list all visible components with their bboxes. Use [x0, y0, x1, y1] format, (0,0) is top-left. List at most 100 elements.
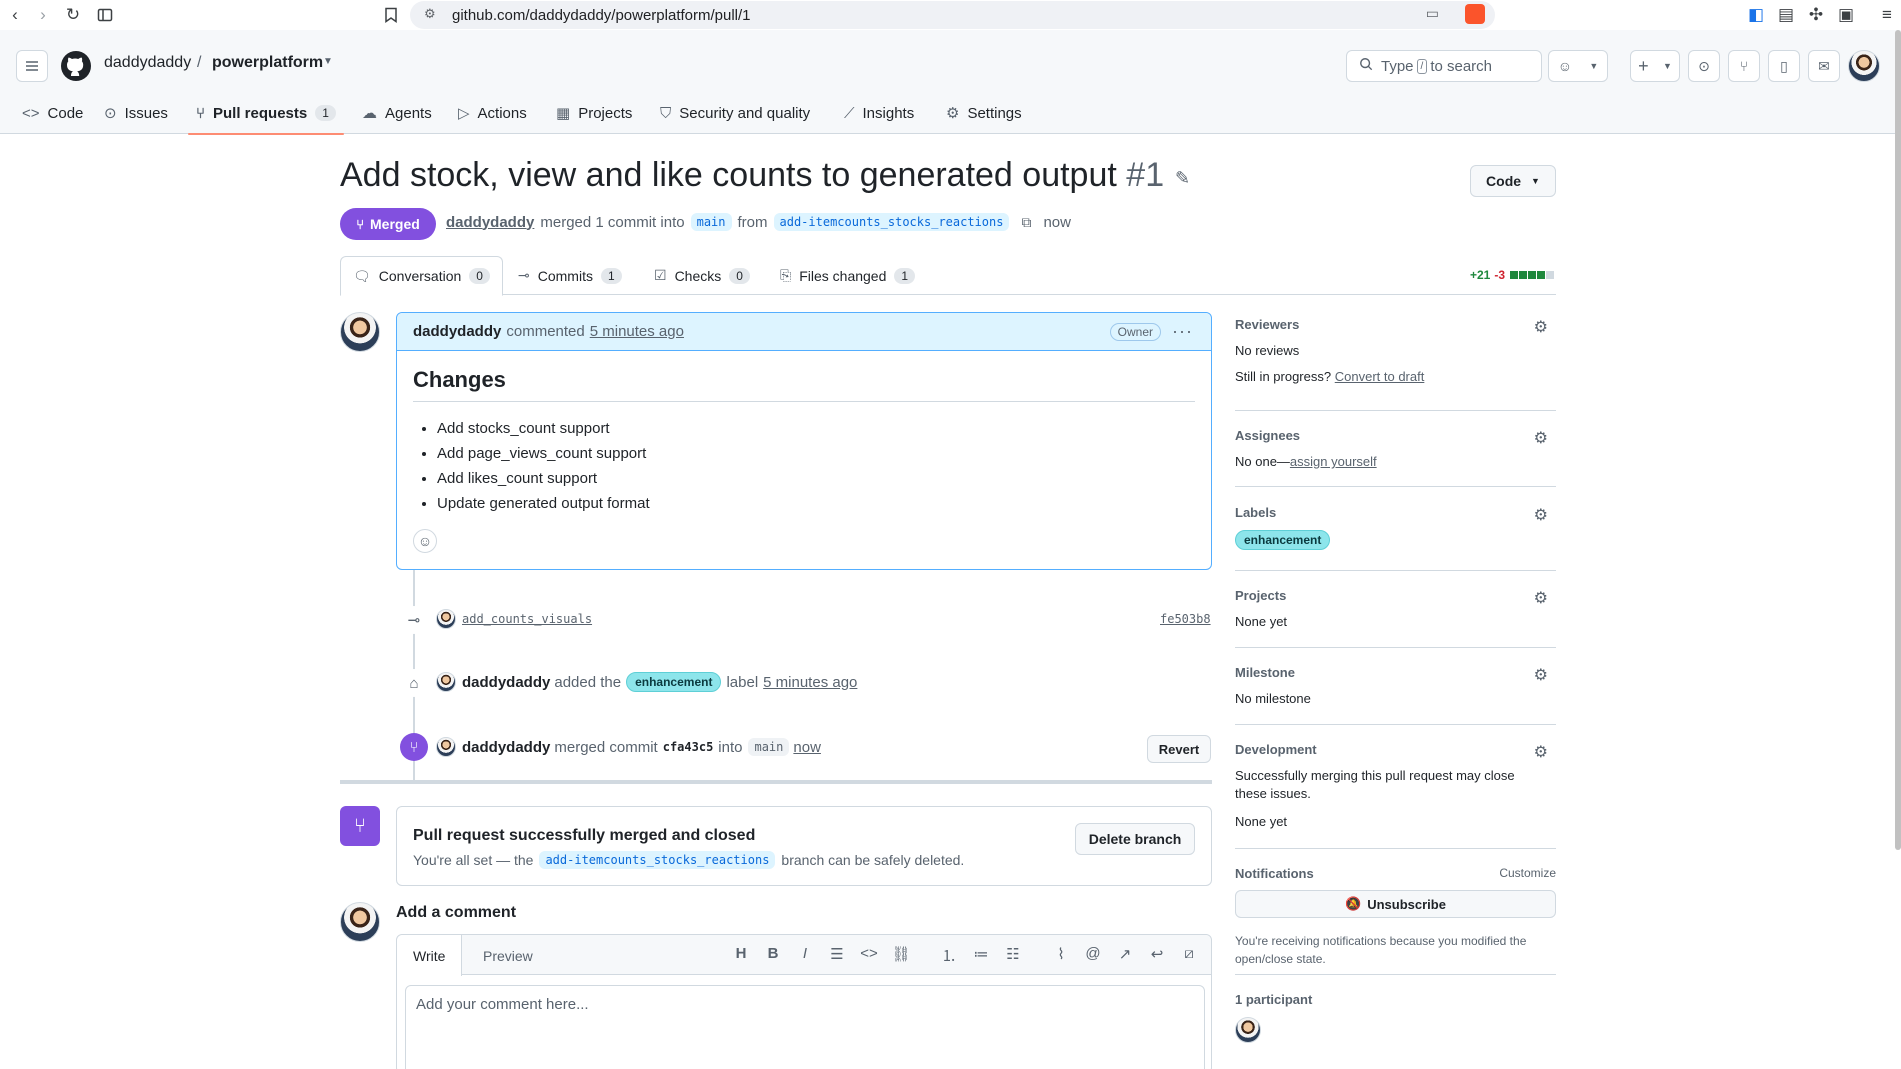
pr-author-link[interactable]: daddydaddy: [446, 214, 534, 231]
merge-icon: ⑂: [400, 733, 428, 761]
preview-tab[interactable]: Preview: [467, 935, 549, 976]
bookmark-icon[interactable]: [380, 4, 402, 26]
projects-title: Projects: [1235, 588, 1287, 603]
back-icon[interactable]: ‹: [4, 4, 26, 26]
avatar[interactable]: [436, 737, 456, 757]
copilot-button[interactable]: ☺ ▼: [1548, 50, 1608, 82]
reference-icon[interactable]: ↗: [1115, 945, 1135, 963]
italic-icon[interactable]: I: [795, 945, 815, 962]
gear-icon[interactable]: ⚙: [1534, 317, 1548, 337]
merge-time-link[interactable]: now: [793, 739, 821, 756]
extension-icon[interactable]: ◧: [1745, 4, 1767, 26]
slash-command-icon[interactable]: ⧄: [1179, 945, 1199, 962]
current-user-avatar[interactable]: [340, 902, 380, 942]
write-tab[interactable]: Write: [397, 935, 463, 976]
code-icon[interactable]: <>: [859, 945, 879, 962]
repo-nav-code[interactable]: <> Code: [22, 92, 83, 134]
merged-branch[interactable]: add-itemcounts_stocks_reactions: [539, 851, 776, 869]
commit-message-link[interactable]: add_counts_visuals: [462, 612, 592, 626]
wallet-icon[interactable]: ▤: [1775, 4, 1797, 26]
copy-icon[interactable]: ⧉: [1021, 214, 1031, 231]
code-dropdown-button[interactable]: Code ▼: [1470, 165, 1556, 197]
head-branch[interactable]: add-itemcounts_stocks_reactions: [773, 213, 1010, 231]
address-bar[interactable]: ⚙ github.com/daddydaddy/powerplatform/pu…: [410, 1, 1495, 29]
merge-actor-link[interactable]: daddydaddy: [462, 739, 550, 756]
repo-nav-pull-requests[interactable]: ⑂ Pull requests 1: [188, 92, 344, 135]
avatar[interactable]: [436, 672, 456, 692]
puzzle-icon[interactable]: ✣: [1805, 4, 1827, 26]
tab-checks[interactable]: ☑ Checks 0: [642, 256, 762, 295]
repo-nav-agents[interactable]: ☁ Agents: [362, 92, 432, 134]
participant-avatar[interactable]: [1235, 1017, 1261, 1043]
site-settings-icon[interactable]: ⚙: [424, 6, 436, 22]
cast-icon[interactable]: ▭: [1426, 5, 1439, 22]
tabs-icon[interactable]: ▣: [1835, 4, 1857, 26]
reply-icon[interactable]: ↩: [1147, 945, 1167, 963]
base-branch[interactable]: main: [690, 213, 732, 231]
issues-icon[interactable]: ⊙: [1688, 50, 1720, 82]
convert-to-draft-link[interactable]: Convert to draft: [1335, 369, 1425, 384]
search-input[interactable]: Type / to search: [1346, 50, 1542, 82]
sidebar-toggle-icon[interactable]: [94, 4, 116, 26]
quote-icon[interactable]: ☰: [827, 945, 847, 963]
link-icon[interactable]: ⛓: [891, 945, 911, 963]
merge-sha-link[interactable]: cfa43c5: [663, 740, 714, 754]
brave-shield-icon[interactable]: [1465, 4, 1485, 24]
pull-requests-icon[interactable]: ⑂: [1728, 50, 1760, 82]
repo-nav-security[interactable]: ⛉ Security and quality: [660, 92, 810, 134]
unsubscribe-button[interactable]: 🔕 Unsubscribe: [1235, 890, 1556, 918]
user-avatar[interactable]: [1848, 50, 1880, 82]
comment-textarea[interactable]: Add your comment here...: [405, 985, 1205, 1069]
attach-icon[interactable]: ⌇: [1051, 945, 1071, 963]
gear-icon[interactable]: ⚙: [1534, 588, 1548, 608]
gear-icon[interactable]: ⚙: [1534, 505, 1548, 525]
label-actor-link[interactable]: daddydaddy: [462, 674, 550, 691]
comment-time-link[interactable]: 5 minutes ago: [590, 323, 684, 340]
edit-title-icon[interactable]: ✎: [1175, 168, 1190, 189]
ordered-list-icon[interactable]: ⒈: [939, 945, 959, 966]
reload-icon[interactable]: ↻: [62, 4, 84, 26]
comment-author-avatar[interactable]: [340, 312, 380, 352]
tab-conversation[interactable]: 🗨 Conversation 0: [340, 256, 503, 296]
comment-author-link[interactable]: daddydaddy: [413, 323, 501, 340]
heading-icon[interactable]: H: [731, 945, 751, 962]
unordered-list-icon[interactable]: ≔: [971, 945, 991, 963]
label-time-link[interactable]: 5 minutes ago: [763, 674, 857, 691]
github-logo-icon[interactable]: [60, 50, 92, 82]
revert-button[interactable]: Revert: [1147, 735, 1211, 763]
inbox-icon[interactable]: ✉: [1808, 50, 1840, 82]
enhancement-label[interactable]: enhancement: [626, 672, 722, 692]
merge-branch[interactable]: main: [748, 738, 790, 756]
gear-icon[interactable]: ⚙: [1534, 428, 1548, 448]
add-reaction-icon[interactable]: ☺: [413, 529, 437, 553]
repo-name-link[interactable]: powerplatform: [212, 54, 323, 72]
bold-icon[interactable]: B: [763, 945, 783, 962]
forward-icon[interactable]: ›: [32, 4, 54, 26]
create-new-button[interactable]: + ▼: [1630, 50, 1680, 82]
repo-nav-insights[interactable]: ⟋ Insights: [844, 92, 914, 134]
tab-commits[interactable]: ⊸ Commits 1: [506, 256, 634, 295]
repo-nav-settings[interactable]: ⚙ Settings: [946, 92, 1022, 134]
assign-yourself-link[interactable]: assign yourself: [1290, 454, 1377, 469]
tab-files-changed[interactable]: ⎘ Files changed 1: [768, 256, 927, 295]
kebab-menu-icon[interactable]: ···: [1172, 321, 1193, 342]
repo-owner-link[interactable]: daddydaddy: [104, 54, 191, 72]
repo-dropdown-icon[interactable]: ▼: [323, 56, 333, 67]
gear-icon[interactable]: ⚙: [1534, 742, 1548, 762]
menu-icon[interactable]: ≡: [1876, 4, 1898, 26]
enhancement-label[interactable]: enhancement: [1235, 530, 1331, 550]
repo-nav-projects[interactable]: ▦ Projects: [556, 92, 632, 134]
mention-icon[interactable]: @: [1083, 945, 1103, 962]
repo-nav-issues[interactable]: ⊙ Issues: [104, 92, 168, 134]
commit-sha-link[interactable]: fe503b8: [1160, 612, 1211, 626]
diffstat-block: [1510, 271, 1519, 279]
gear-icon[interactable]: ⚙: [1534, 665, 1548, 685]
page-scrollbar[interactable]: [1895, 30, 1901, 850]
repo-nav-actions[interactable]: ▷ Actions: [458, 92, 527, 134]
repositories-icon[interactable]: ▯: [1768, 50, 1800, 82]
hamburger-menu-icon[interactable]: [16, 50, 48, 82]
delete-branch-button[interactable]: Delete branch: [1075, 823, 1195, 855]
task-list-icon[interactable]: ☷: [1003, 945, 1023, 963]
avatar[interactable]: [436, 609, 456, 629]
customize-link[interactable]: Customize: [1499, 866, 1556, 880]
